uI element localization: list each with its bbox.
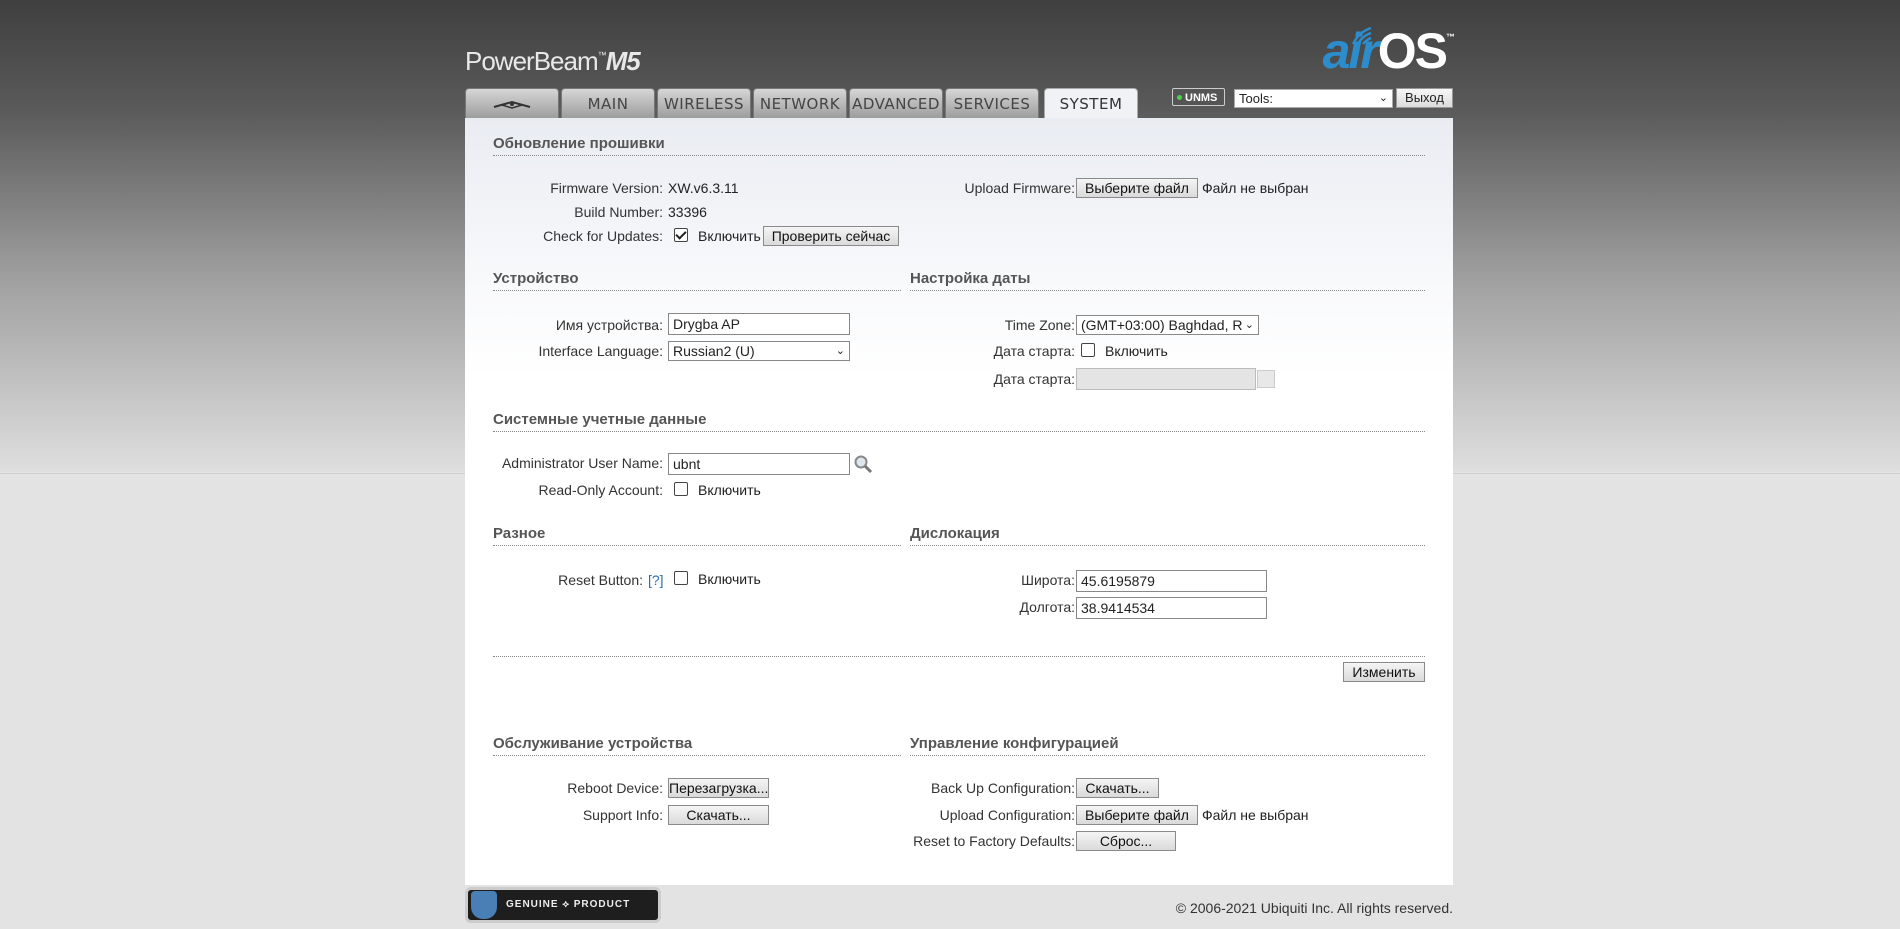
tab-advanced[interactable]: ADVANCED	[849, 88, 943, 118]
build-number-value: 33396	[668, 204, 707, 220]
tab-network[interactable]: NETWORK	[753, 88, 847, 118]
chevron-down-icon: ⌄	[1378, 92, 1388, 104]
check-updates-enable-label: Включить	[698, 228, 761, 244]
upload-firmware-label: Upload Firmware:	[964, 180, 1075, 196]
reset-button-label: Reset Button:	[558, 572, 643, 588]
unms-button[interactable]: UNMS	[1172, 88, 1225, 106]
tab-services[interactable]: SERVICES	[945, 88, 1039, 118]
tools-select[interactable]: Tools: ⌄	[1234, 89, 1393, 108]
support-info-label: Support Info:	[582, 807, 663, 823]
interface-language-select[interactable]: Russian2 (U) ⌄	[668, 341, 850, 361]
search-icon[interactable]	[853, 454, 873, 474]
time-zone-value: (GMT+03:00) Baghdad, R	[1081, 317, 1243, 333]
section-location: Дислокация	[910, 526, 1425, 546]
product-name-text: PowerBeam	[465, 46, 599, 76]
section-device: Устройство	[493, 271, 901, 291]
section-accounts: Системные учетные данные	[493, 412, 1425, 432]
start-date-checkbox[interactable]	[1081, 343, 1095, 357]
firmware-no-file-text: Файл не выбран	[1202, 180, 1309, 196]
lock-shield-icon	[471, 891, 497, 919]
product-name: PowerBeam™M5	[465, 46, 641, 77]
logo-tm: ™	[1446, 32, 1455, 42]
start-date-enable-text: Включить	[1105, 343, 1168, 359]
factory-reset-button[interactable]: Сброс...	[1076, 831, 1176, 851]
readonly-account-label: Read-Only Account:	[538, 482, 663, 498]
device-name-label: Имя устройства:	[555, 317, 663, 333]
reset-button-checkbox[interactable]	[674, 571, 688, 585]
form-divider	[493, 656, 1425, 657]
section-misc: Разное	[493, 526, 901, 546]
backup-config-label: Back Up Configuration:	[931, 780, 1075, 796]
unms-status-icon	[1177, 95, 1182, 100]
product-model: M5	[605, 46, 641, 76]
admin-username-input[interactable]: ubnt	[668, 453, 850, 475]
latitude-label: Широта:	[1021, 572, 1075, 588]
config-no-file-text: Файл не выбран	[1202, 807, 1309, 823]
calendar-icon	[1257, 370, 1275, 388]
logo-os: OS	[1377, 23, 1448, 79]
change-button[interactable]: Изменить	[1343, 662, 1425, 682]
firmware-version-value: XW.v6.3.11	[668, 180, 739, 196]
section-date-settings: Настройка даты	[910, 271, 1425, 291]
tab-system[interactable]: SYSTEM	[1044, 88, 1138, 119]
wifi-signal-icon	[1351, 26, 1372, 45]
tab-wireless[interactable]: WIRELESS	[657, 88, 751, 118]
footer: GENUINE ⟡ PRODUCT © 2006-2021 Ubiquiti I…	[465, 885, 1453, 929]
longitude-label: Долгота:	[1019, 599, 1076, 615]
reset-button-enable-text: Включить	[698, 571, 761, 587]
readonly-account-enable-text: Включить	[698, 482, 761, 498]
backup-download-button[interactable]: Скачать...	[1076, 778, 1159, 798]
tools-select-value: Tools:	[1239, 91, 1273, 106]
latitude-input[interactable]: 45.6195879	[1076, 570, 1267, 592]
check-updates-checkbox[interactable]	[674, 228, 688, 242]
tab-home[interactable]	[465, 88, 559, 118]
start-date-label: Дата старта:	[993, 371, 1075, 387]
interface-language-value: Russian2 (U)	[673, 343, 755, 359]
start-date-input	[1076, 368, 1256, 390]
reboot-button[interactable]: Перезагрузка...	[668, 778, 769, 798]
chevron-down-icon: ⌄	[1242, 316, 1254, 334]
page-container: PowerBeam™M5 airOS™ MAIN WIRELESS NETWOR…	[465, 0, 1455, 929]
chevron-down-icon: ⌄	[833, 342, 845, 360]
readonly-account-checkbox[interactable]	[674, 482, 688, 496]
time-zone-select[interactable]: (GMT+03:00) Baghdad, R ⌄	[1076, 315, 1259, 335]
support-download-button[interactable]: Скачать...	[668, 805, 769, 825]
tab-main[interactable]: MAIN	[561, 88, 655, 118]
product-tm: ™	[597, 50, 607, 60]
system-panel: Обновление прошивки Firmware Version: XW…	[465, 118, 1453, 885]
section-config: Управление конфигурацией	[910, 736, 1425, 756]
unms-label: UNMS	[1185, 92, 1218, 104]
start-date-enable-label: Дата старта:	[993, 343, 1075, 359]
time-zone-label: Time Zone:	[1004, 317, 1075, 333]
interface-language-label: Interface Language:	[538, 343, 663, 359]
device-name-input[interactable]: Drygba AP	[668, 313, 850, 335]
factory-reset-label: Reset to Factory Defaults:	[913, 833, 1075, 849]
firmware-version-label: Firmware Version:	[550, 180, 663, 196]
admin-username-label: Administrator User Name:	[501, 455, 663, 471]
upload-config-label: Upload Configuration:	[939, 807, 1075, 823]
longitude-input[interactable]: 38.9414534	[1076, 597, 1267, 619]
firmware-choose-file-button[interactable]: Выберите файл	[1076, 178, 1198, 198]
badge-text: GENUINE ⟡ PRODUCT	[506, 899, 631, 910]
reboot-device-label: Reboot Device:	[567, 780, 663, 796]
section-maintenance: Обслуживание устройства	[493, 736, 901, 756]
check-updates-label: Check for Updates:	[543, 228, 663, 244]
config-choose-file-button[interactable]: Выберите файл	[1076, 805, 1198, 825]
section-firmware: Обновление прошивки	[493, 136, 1425, 156]
check-now-button[interactable]: Проверить сейчас	[763, 226, 899, 246]
build-number-label: Build Number:	[574, 204, 663, 220]
reset-help-link[interactable]: [?]	[648, 572, 664, 588]
ubiquiti-logo-icon	[493, 100, 531, 109]
copyright-text: © 2006-2021 Ubiquiti Inc. All rights res…	[1175, 900, 1453, 916]
genuine-product-badge: GENUINE ⟡ PRODUCT	[465, 887, 661, 923]
logout-button[interactable]: Выход	[1396, 88, 1453, 108]
airos-logo: airOS™	[1323, 22, 1455, 80]
